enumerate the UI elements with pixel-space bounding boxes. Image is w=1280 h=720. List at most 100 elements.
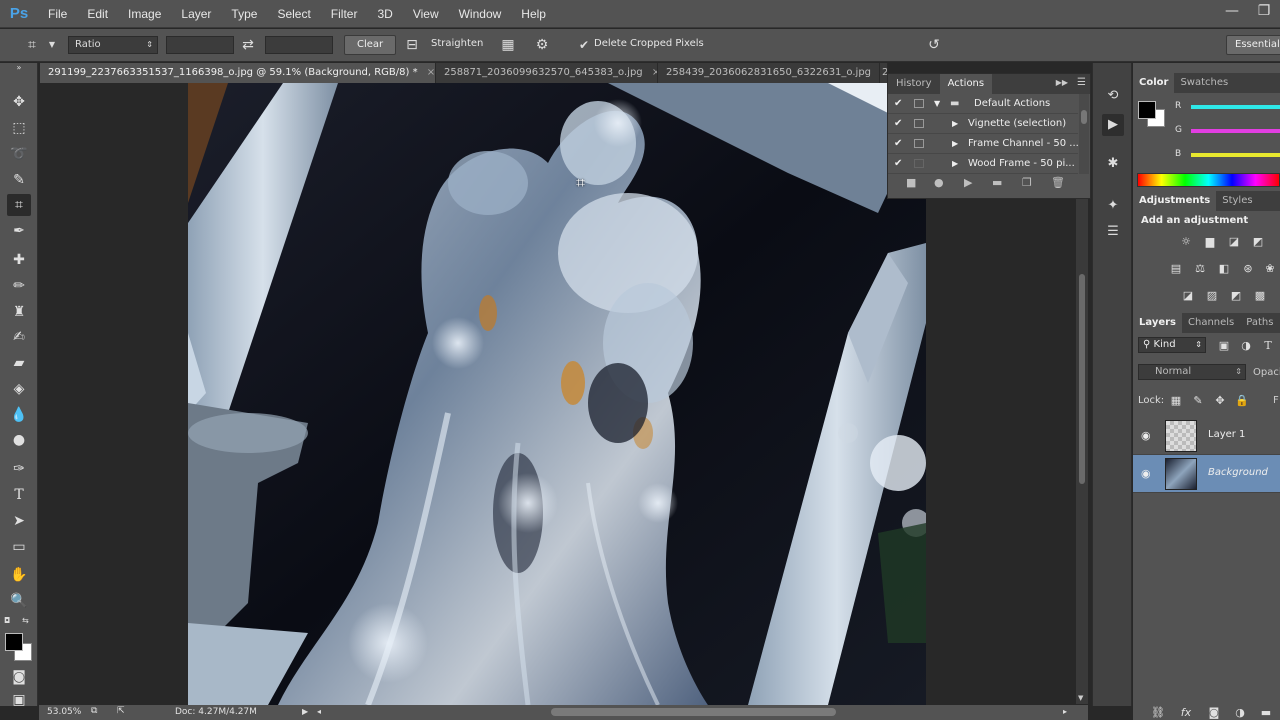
layer-name[interactable]: Background (1208, 467, 1268, 478)
menu-select[interactable]: Select (267, 0, 320, 28)
straighten-label[interactable]: Straighten (431, 38, 483, 49)
tab-layers[interactable]: Layers (1133, 313, 1182, 333)
expand-right-icon[interactable]: ▶ (952, 114, 958, 134)
minimize-button[interactable]: — (1216, 0, 1248, 22)
color-balance-icon[interactable]: ⚖ (1191, 262, 1209, 276)
tab-channels[interactable]: Channels (1182, 313, 1240, 333)
tab-paths[interactable]: Paths (1240, 313, 1279, 333)
menu-3d[interactable]: 3D (367, 0, 402, 28)
check-icon[interactable]: ✔ (894, 154, 902, 174)
hue-saturation-icon[interactable]: ▤ (1167, 262, 1185, 276)
properties-icon[interactable]: ☰ (1102, 221, 1124, 243)
expand-right-icon[interactable]: ▶ (952, 154, 958, 174)
layer-style-icon[interactable]: fx (1177, 706, 1195, 720)
status-menu-arrow-icon[interactable]: ▶ (302, 707, 308, 716)
green-slider[interactable] (1191, 129, 1280, 133)
menu-view[interactable]: View (403, 0, 449, 28)
eraser-tool-icon[interactable]: ▰ (7, 352, 31, 374)
document-tab-active[interactable]: 291199_2237663351537_1166398_o.jpg @ 59.… (40, 63, 436, 83)
menu-file[interactable]: File (38, 0, 77, 28)
curves-icon[interactable]: ◪ (1225, 235, 1243, 249)
filter-type-icon[interactable]: T (1259, 339, 1277, 353)
quick-selection-tool-icon[interactable]: ✎ (7, 169, 31, 191)
restore-button[interactable]: ❐ (1248, 0, 1280, 22)
new-set-folder-icon[interactable]: ▬ (992, 176, 1002, 189)
blend-mode-select[interactable]: Normal ⇕ (1138, 364, 1246, 380)
blue-slider[interactable] (1191, 153, 1280, 157)
delete-cropped-label[interactable]: Delete Cropped Pixels (594, 38, 704, 49)
black-white-icon[interactable]: ◧ (1215, 262, 1233, 276)
dodge-tool-icon[interactable]: ● (7, 429, 31, 451)
menu-window[interactable]: Window (449, 0, 512, 28)
link-layers-icon[interactable]: ⛓ (1149, 706, 1167, 720)
visibility-eye-icon[interactable]: ◉ (1141, 467, 1151, 480)
action-set-row[interactable]: ✔ ▼ ▬ Default Actions (888, 94, 1078, 114)
marquee-tool-icon[interactable]: ⬚ (7, 117, 31, 139)
zoom-tool-icon[interactable]: 🔍 (7, 590, 31, 612)
paint-bucket-tool-icon[interactable]: ◈ (7, 378, 31, 400)
expand-right-icon[interactable]: ▶ (952, 134, 958, 154)
export-icon[interactable]: ⇱ (117, 706, 125, 716)
quick-mask-icon[interactable]: ◙ (7, 666, 31, 688)
clear-button[interactable]: Clear (344, 35, 397, 55)
filter-pixel-icon[interactable]: ▣ (1215, 339, 1233, 353)
preset-dropdown-arrow-icon[interactable]: ▼ (42, 35, 62, 55)
lock-pixels-icon[interactable]: ✎ (1189, 394, 1207, 408)
menu-type[interactable]: Type (221, 0, 267, 28)
visibility-eye-icon[interactable]: ◉ (1141, 429, 1151, 442)
lock-position-icon[interactable]: ✥ (1211, 394, 1229, 408)
photo-filter-icon[interactable]: ⊛ (1239, 262, 1257, 276)
new-group-icon[interactable]: ▬ (1257, 706, 1275, 720)
tab-adjustments[interactable]: Adjustments (1133, 191, 1217, 211)
zoom-level[interactable]: 53.05% (47, 707, 81, 717)
red-slider[interactable] (1191, 105, 1280, 109)
menu-edit[interactable]: Edit (77, 0, 118, 28)
posterize-icon[interactable]: ▨ (1203, 289, 1221, 303)
horizontal-scroll-thumb[interactable] (551, 708, 836, 716)
stop-icon[interactable]: ■ (906, 176, 916, 189)
eyedropper-tool-icon[interactable]: ✒ (7, 220, 31, 242)
action-row[interactable]: ✔ ▶ Frame Channel - 50 ... (888, 134, 1079, 154)
document-tab[interactable]: 258439_2036062831650_6322631_o.jpg × (658, 63, 880, 83)
swap-colors-icon[interactable]: ⇆ (22, 616, 29, 625)
lock-all-icon[interactable]: 🔒 (1233, 394, 1251, 408)
default-colors-icon[interactable]: ◘ (4, 616, 10, 625)
tab-styles[interactable]: Styles (1216, 191, 1258, 211)
type-tool-icon[interactable]: T (7, 484, 31, 506)
expand-down-icon[interactable]: ▼ (934, 94, 940, 114)
brush-settings-icon[interactable]: ✱ (1102, 153, 1124, 175)
layer-row[interactable]: ◉ Layer 1 (1133, 417, 1280, 455)
actions-scrollbar[interactable] (1079, 94, 1089, 174)
crop-tool-icon[interactable]: ⌗ (7, 194, 31, 216)
healing-brush-tool-icon[interactable]: ✚ (7, 249, 31, 271)
color-panel-foreground-swatch[interactable] (1138, 101, 1156, 119)
scroll-right-arrow-icon[interactable]: ▸ (1063, 707, 1067, 716)
collapse-panel-icon[interactable]: ▶▶ (1056, 78, 1068, 87)
action-row[interactable]: ✔ ▶ Vignette (selection) (888, 114, 1078, 134)
lock-transparent-icon[interactable]: ▦ (1167, 394, 1185, 408)
close-tab-icon[interactable]: × (427, 67, 435, 78)
filter-adjustment-icon[interactable]: ◑ (1237, 339, 1255, 353)
tab-color[interactable]: Color (1133, 73, 1175, 93)
panel-menu-icon[interactable]: ☰ (1077, 77, 1086, 88)
share-icon[interactable]: ⧉ (91, 706, 97, 716)
crop-tool-preset-icon[interactable]: ⌗ (22, 35, 42, 55)
tab-history[interactable]: History (888, 74, 940, 94)
gear-icon[interactable]: ⚙ (532, 35, 552, 55)
dialog-toggle-icon[interactable] (914, 139, 924, 148)
scroll-left-arrow-icon[interactable]: ◂ (317, 707, 321, 716)
menu-help[interactable]: Help (511, 0, 556, 28)
crop-height-input[interactable] (265, 36, 333, 54)
swap-dimensions-icon[interactable]: ⇄ (238, 35, 258, 55)
hand-tool-icon[interactable]: ✋ (7, 564, 31, 586)
invert-icon[interactable]: ◪ (1179, 289, 1197, 303)
rectangle-tool-icon[interactable]: ▭ (7, 536, 31, 558)
gradient-map-icon[interactable]: ▩ (1251, 289, 1269, 303)
menu-filter[interactable]: Filter (321, 0, 368, 28)
check-icon[interactable]: ✔ (894, 134, 902, 154)
collapse-toolbar-icon[interactable]: » (7, 63, 31, 73)
levels-icon[interactable]: ▆ (1201, 235, 1219, 249)
document-tab[interactable]: 258871_2036099632570_645383_o.jpg × (436, 63, 658, 83)
dialog-toggle-icon[interactable] (914, 99, 924, 108)
trash-icon[interactable]: 🗑 (1051, 176, 1065, 189)
